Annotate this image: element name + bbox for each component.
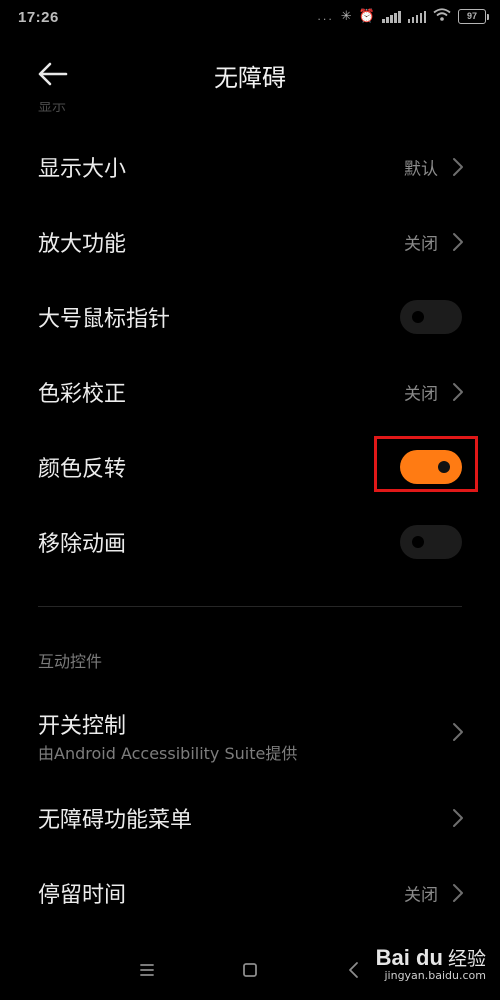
- watermark-logo: Bai du: [375, 945, 443, 970]
- toggle-knob: [412, 311, 424, 323]
- row-sublabel: 由Android Accessibility Suite提供: [38, 744, 298, 763]
- section-title-display: 显示: [38, 102, 66, 112]
- highlight-box: [374, 436, 478, 492]
- chevron-right-icon: [452, 157, 464, 177]
- row-label: 停留时间: [38, 883, 127, 908]
- chevron-left-icon: [349, 962, 358, 978]
- remove-animations-toggle[interactable]: [400, 525, 462, 559]
- alarm-icon: ⏰: [358, 9, 375, 24]
- watermark-url: jingyan.baidu.com: [384, 969, 486, 982]
- row-label: 移除动画: [38, 532, 127, 557]
- section-title-interaction: 互动控件: [38, 652, 103, 671]
- back-nav-button[interactable]: [342, 958, 366, 982]
- row-label: 颜色反转: [38, 457, 127, 482]
- row-switch-access[interactable]: 开关控制 由Android Accessibility Suite提供: [0, 690, 500, 774]
- chevron-right-icon: [452, 883, 464, 903]
- row-value: 关闭: [404, 384, 438, 405]
- baidu-watermark: Bai du 经验 jingyan.baidu.com: [368, 944, 486, 992]
- row-display-size[interactable]: 显示大小 默认: [0, 130, 500, 204]
- row-label: 色彩校正: [38, 382, 127, 407]
- row-label: 无障碍功能菜单: [38, 808, 193, 833]
- chevron-right-icon: [452, 808, 464, 828]
- large-pointer-toggle[interactable]: [400, 300, 462, 334]
- row-label: 大号鼠标指针: [38, 307, 171, 332]
- row-large-pointer: 大号鼠标指针: [0, 280, 500, 354]
- bluetooth-icon: ✳: [340, 9, 352, 24]
- watermark-text: 经验: [447, 948, 486, 970]
- row-magnification[interactable]: 放大功能 关闭: [0, 205, 500, 279]
- square-icon: [243, 963, 257, 977]
- row-label: 开关控制: [38, 714, 127, 739]
- header: 无障碍: [0, 44, 500, 104]
- section-divider: [38, 606, 462, 607]
- row-label: 放大功能: [38, 232, 127, 257]
- chevron-right-icon: [452, 382, 464, 402]
- row-remove-animations: 移除动画: [0, 505, 500, 579]
- signal-2-icon: [407, 10, 426, 23]
- row-value: 关闭: [404, 885, 438, 906]
- toggle-knob: [412, 536, 424, 548]
- home-button[interactable]: [238, 958, 262, 982]
- status-time: 17:26: [18, 9, 59, 26]
- chevron-right-icon: [452, 722, 464, 742]
- battery-icon: 97: [458, 9, 489, 24]
- page-title: 无障碍: [214, 64, 286, 92]
- menu-icon: [140, 964, 154, 976]
- row-accessibility-menu[interactable]: 无障碍功能菜单: [0, 781, 500, 855]
- row-value: 关闭: [404, 234, 438, 255]
- status-icons: ... ✳ ⏰ 97: [317, 8, 489, 25]
- signal-icon: [382, 10, 401, 23]
- row-color-correction[interactable]: 色彩校正 关闭: [0, 355, 500, 429]
- wifi-icon: [433, 8, 451, 25]
- row-dwell-time[interactable]: 停留时间 关闭: [0, 856, 500, 930]
- chevron-right-icon: [452, 232, 464, 252]
- row-label: 显示大小: [38, 157, 127, 182]
- row-value: 默认: [404, 159, 438, 180]
- recents-button[interactable]: [135, 958, 159, 982]
- status-bar: 17:26 ... ✳ ⏰ 97: [0, 0, 500, 36]
- notification-dots: ...: [317, 10, 334, 23]
